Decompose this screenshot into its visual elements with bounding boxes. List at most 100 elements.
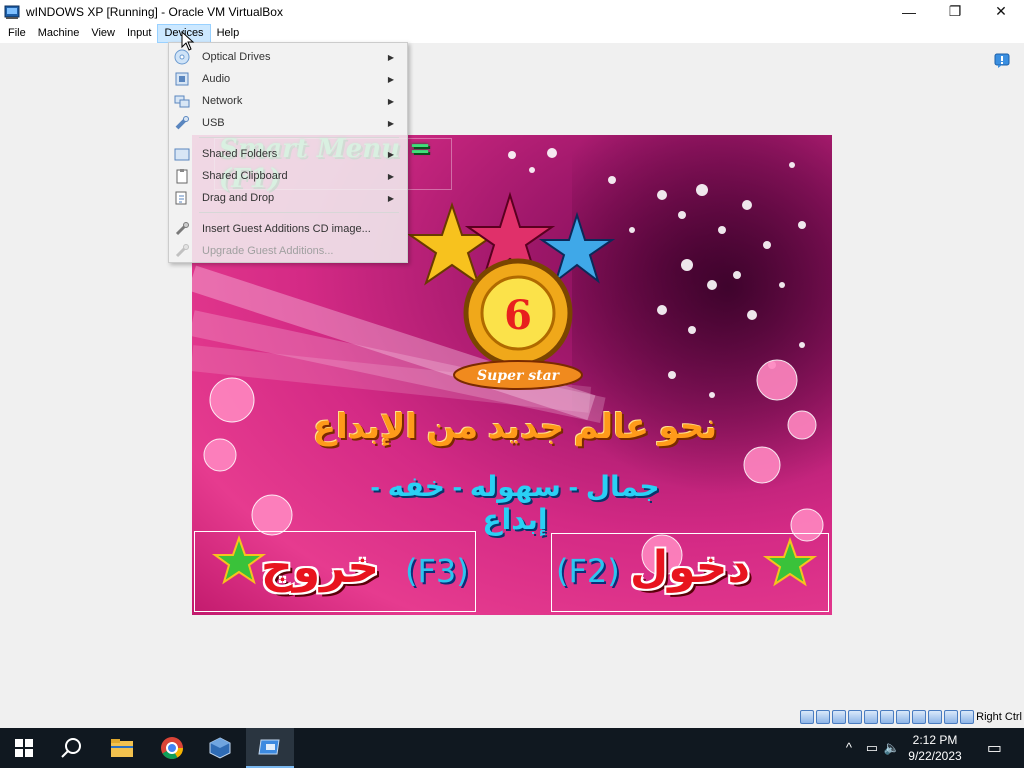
menu-item-shared-clipboard[interactable]: Shared Clipboard ▶ bbox=[169, 165, 407, 187]
vm-window-button[interactable] bbox=[246, 728, 294, 768]
submenu-arrow-icon: ▶ bbox=[387, 74, 394, 84]
status-icons bbox=[800, 710, 974, 724]
menu-item-label: Shared Folders bbox=[202, 148, 278, 160]
clock-time: 2:12 PM bbox=[912, 733, 958, 747]
shared-folders-icon[interactable] bbox=[880, 710, 894, 724]
taskbar: ^ ▭ 🔈 2:12 PM 9/22/2023 ▭ bbox=[0, 728, 1024, 768]
window-title: wINDOWS XP [Running] - Oracle VM Virtual… bbox=[26, 4, 283, 19]
arabic-headline: نحو عالم جديد من الإبداع bbox=[312, 408, 718, 446]
minimize-button[interactable]: — bbox=[886, 0, 932, 23]
menu-input[interactable]: Input bbox=[121, 24, 157, 43]
audio-icon bbox=[174, 71, 190, 87]
submenu-arrow-icon: ▶ bbox=[387, 96, 394, 106]
network-status-icon[interactable]: ▭ bbox=[866, 740, 878, 756]
network-icon[interactable] bbox=[848, 710, 862, 724]
upgrade-guest-additions-icon bbox=[174, 243, 190, 259]
menu-item-audio[interactable]: Audio ▶ bbox=[169, 68, 407, 90]
menu-file[interactable]: File bbox=[2, 24, 32, 43]
clock-date: 9/22/2023 bbox=[908, 749, 962, 763]
optical-drive-icon bbox=[174, 49, 190, 65]
menu-item-upgrade-guest-additions: Upgrade Guest Additions... bbox=[169, 240, 407, 262]
windows-logo-icon bbox=[15, 739, 33, 757]
chevron-up-icon[interactable]: ^ bbox=[846, 740, 852, 755]
mouse-cursor-icon bbox=[181, 31, 195, 51]
search-button[interactable] bbox=[48, 728, 96, 768]
menu-separator bbox=[199, 137, 399, 138]
usb-icon[interactable] bbox=[864, 710, 878, 724]
chrome-button[interactable] bbox=[148, 728, 196, 768]
menu-item-label: Shared Clipboard bbox=[202, 170, 288, 182]
menu-item-optical-drives[interactable]: Optical Drives ▶ bbox=[169, 46, 407, 68]
badge-number: 6 bbox=[504, 292, 532, 339]
display-icon[interactable] bbox=[896, 710, 910, 724]
audio-icon[interactable] bbox=[832, 710, 846, 724]
maximize-button[interactable]: ❐ bbox=[932, 0, 978, 23]
enter-label: دخول bbox=[630, 542, 751, 593]
badge-text: Super star bbox=[477, 368, 561, 384]
shared-clipboard-icon bbox=[174, 168, 190, 184]
exit-key: (F3) bbox=[405, 552, 469, 590]
optical-drive-icon[interactable] bbox=[816, 710, 830, 724]
menu-help[interactable]: Help bbox=[211, 24, 246, 43]
enter-button[interactable]: (F2) دخول bbox=[551, 533, 829, 612]
close-icon: ✕ bbox=[995, 3, 1007, 19]
menu-item-label: Audio bbox=[202, 73, 231, 85]
start-button[interactable] bbox=[0, 728, 48, 768]
usb-icon bbox=[174, 115, 190, 131]
virtualbox-icon bbox=[209, 737, 231, 759]
menu-item-label: Optical Drives bbox=[202, 51, 271, 63]
file-explorer-button[interactable] bbox=[98, 728, 146, 768]
vm-xp-icon bbox=[258, 739, 280, 755]
notifications-icon[interactable]: ▭ bbox=[987, 738, 1002, 758]
system-tray: ^ ▭ 🔈 2:12 PM 9/22/2023 ▭ bbox=[834, 728, 1024, 768]
menu-machine[interactable]: Machine bbox=[32, 24, 86, 43]
minimize-icon: — bbox=[902, 3, 916, 20]
menu-item-label: Upgrade Guest Additions... bbox=[202, 245, 334, 257]
search-icon bbox=[61, 738, 81, 758]
host-key-label: Right Ctrl bbox=[976, 711, 1022, 723]
video-capture-icon[interactable] bbox=[912, 710, 926, 724]
menu-item-label: Drag and Drop bbox=[202, 192, 275, 204]
virtualization-icon[interactable] bbox=[928, 710, 942, 724]
virtualbox-app-icon bbox=[4, 4, 20, 20]
enter-key: (F2) bbox=[556, 552, 620, 590]
menu-item-insert-guest-additions[interactable]: Insert Guest Additions CD image... bbox=[169, 218, 407, 240]
menu-item-usb[interactable]: USB ▶ bbox=[169, 112, 407, 134]
keyboard-icon[interactable] bbox=[960, 710, 974, 724]
notification-icon[interactable] bbox=[994, 53, 1010, 69]
guest-additions-icon bbox=[174, 221, 190, 237]
devices-menu: Optical Drives ▶ Audio ▶ Network ▶ USB ▶… bbox=[168, 42, 408, 263]
menu-item-label: Network bbox=[202, 95, 243, 107]
maximize-icon: ❐ bbox=[948, 3, 962, 19]
submenu-arrow-icon: ▶ bbox=[387, 118, 394, 128]
menu-item-drag-and-drop[interactable]: Drag and Drop ▶ bbox=[169, 187, 407, 209]
submenu-arrow-icon: ▶ bbox=[387, 149, 394, 159]
window-controls: — ❐ ✕ bbox=[886, 0, 1024, 23]
network-icon bbox=[174, 93, 190, 109]
submenu-arrow-icon: ▶ bbox=[387, 171, 394, 181]
exit-button[interactable]: خروج (F3) bbox=[194, 531, 476, 612]
clock[interactable]: 2:12 PM 9/22/2023 bbox=[900, 732, 970, 764]
shared-folders-icon bbox=[174, 146, 190, 162]
chrome-icon bbox=[161, 737, 183, 759]
menu-bar: File Machine View Input Devices Help bbox=[0, 23, 1024, 43]
close-button[interactable]: ✕ bbox=[978, 0, 1024, 23]
folder-icon bbox=[111, 739, 133, 757]
menu-item-shared-folders[interactable]: Shared Folders ▶ bbox=[169, 143, 407, 165]
menu-item-label: Insert Guest Additions CD image... bbox=[202, 223, 371, 235]
drag-drop-icon bbox=[174, 190, 190, 206]
menu-item-label: USB bbox=[202, 117, 225, 129]
arabic-subline: جمال - سهوله - خفه - إبداع bbox=[370, 471, 660, 535]
title-bar[interactable]: wINDOWS XP [Running] - Oracle VM Virtual… bbox=[0, 0, 1024, 23]
volume-muted-icon[interactable]: 🔈 bbox=[884, 740, 900, 756]
menu-separator bbox=[199, 212, 399, 213]
virtualbox-manager-button[interactable] bbox=[196, 728, 244, 768]
submenu-arrow-icon: ▶ bbox=[387, 52, 394, 62]
hard-disk-icon[interactable] bbox=[800, 710, 814, 724]
mouse-integration-icon[interactable] bbox=[944, 710, 958, 724]
submenu-arrow-icon: ▶ bbox=[387, 193, 394, 203]
exit-label: خروج bbox=[261, 542, 380, 593]
menu-item-network[interactable]: Network ▶ bbox=[169, 90, 407, 112]
menu-view[interactable]: View bbox=[85, 24, 121, 43]
vm-status-bar: Right Ctrl bbox=[0, 707, 1024, 728]
